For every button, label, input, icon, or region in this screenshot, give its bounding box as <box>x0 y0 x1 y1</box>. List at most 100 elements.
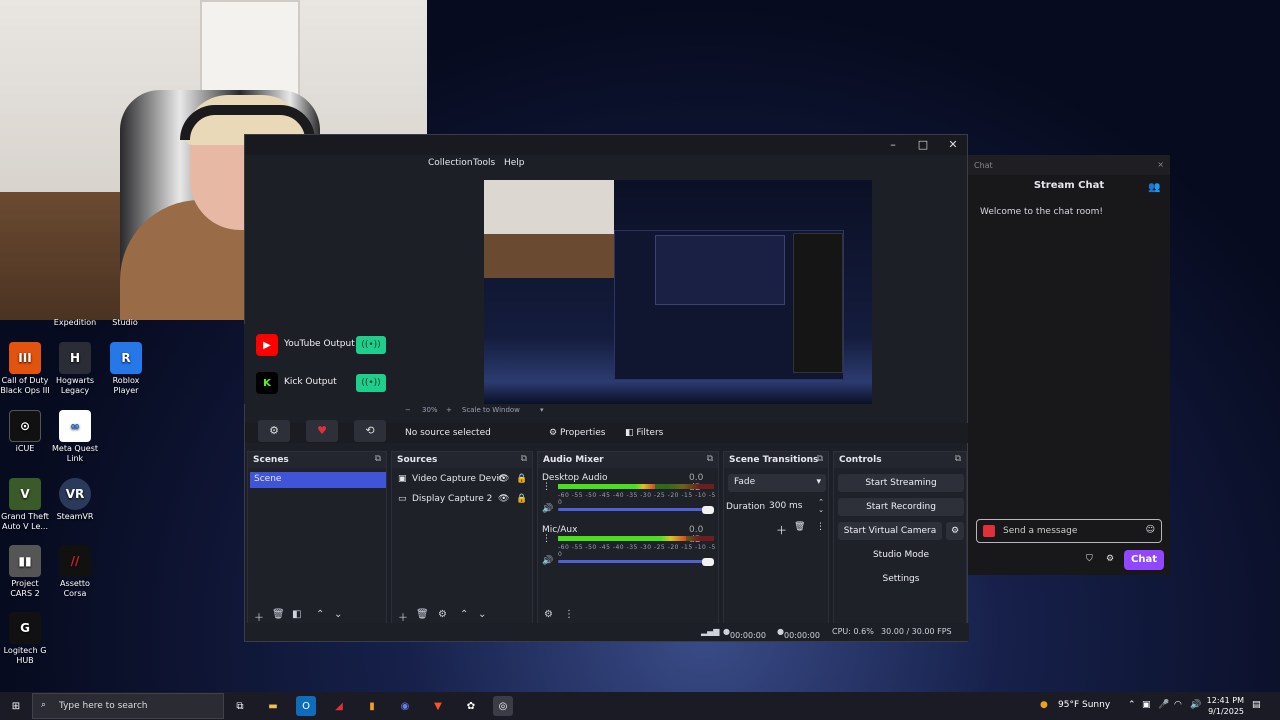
discord-icon[interactable]: ◉ <box>395 696 415 716</box>
task-view-icon[interactable]: ⧉ <box>230 696 250 716</box>
chatgpt-icon[interactable]: ✿ <box>461 696 481 716</box>
desktop-icon-expedition[interactable]: Expedition <box>50 318 100 328</box>
shield-icon[interactable]: ⛉ <box>1086 554 1093 564</box>
source-item[interactable]: ▣ Video Capture Devic 👁 🔒 <box>398 474 532 488</box>
desktop-audio-speaker-icon[interactable]: 🔊 <box>542 504 553 514</box>
add-transition-icon[interactable]: ＋ <box>776 522 787 538</box>
clock[interactable]: 12:41 PM 9/1/2025 <box>1204 695 1244 717</box>
source-up-icon[interactable]: ⌃ <box>460 609 468 620</box>
notifications-icon[interactable]: ▤ <box>1252 700 1261 710</box>
source-properties-icon[interactable]: ⚙ <box>438 609 447 620</box>
scene-filter-icon[interactable]: ◧ <box>292 609 301 620</box>
desktop-icon-cod-bo3[interactable]: III Call of Duty Black Ops III <box>0 342 50 396</box>
menu-tools[interactable]: Tools <box>473 158 495 168</box>
transition-menu-icon[interactable]: ⋮ <box>816 522 825 532</box>
mic-aux-volume-knob[interactable] <box>702 558 714 566</box>
lock-icon[interactable]: 🔒 <box>516 474 527 484</box>
desktop-audio-menu-icon[interactable]: ⋮ <box>542 482 551 492</box>
kick-output-toggle[interactable]: ((•)) <box>356 374 386 392</box>
obs-taskbar-icon[interactable]: ◎ <box>493 696 513 716</box>
desktop-icon-logitech-ghub[interactable]: G Logitech G HUB <box>0 612 50 666</box>
wifi-icon[interactable]: ◠ <box>1174 700 1182 710</box>
source-down-icon[interactable]: ⌄ <box>478 609 486 620</box>
start-virtual-camera-button[interactable]: Start Virtual Camera <box>838 522 942 540</box>
desktop-audio-volume-slider[interactable] <box>558 508 710 511</box>
add-scene-icon[interactable]: ＋ <box>254 609 264 624</box>
studio-mode-button[interactable]: Studio Mode <box>838 546 964 564</box>
visibility-eye-icon[interactable]: 👁 <box>498 494 509 504</box>
dock-options-icon[interactable]: ⧉ <box>707 454 713 464</box>
desktop-icon-meta-quest[interactable]: ∞ Meta Quest Link <box>50 410 100 464</box>
desktop-icon-icue[interactable]: ⊙ iCUE <box>0 410 50 454</box>
audio-menu-icon[interactable]: ⋮ <box>564 609 574 620</box>
filters-button[interactable]: ◧ Filters <box>625 428 663 438</box>
chat-send-button[interactable]: Chat <box>1124 550 1164 570</box>
start-streaming-button[interactable]: Start Streaming <box>838 474 964 492</box>
remove-scene-icon[interactable]: 🗑 <box>272 609 285 620</box>
desktop-icon-assetto-corsa[interactable]: // Assetto Corsa <box>50 545 100 599</box>
gear-icon[interactable]: ⚙ <box>1106 554 1114 564</box>
dock-options-icon[interactable]: ⧉ <box>521 454 527 464</box>
menu-help[interactable]: Help <box>504 158 525 168</box>
close-icon[interactable]: × <box>1157 160 1164 169</box>
chat-input[interactable]: Send a message ☺ <box>976 519 1162 543</box>
preview-canvas[interactable] <box>484 180 872 404</box>
mic-icon[interactable]: 🎤 <box>1158 700 1169 710</box>
advanced-audio-icon[interactable]: ⚙ <box>544 609 553 620</box>
start-recording-button[interactable]: Start Recording <box>838 498 964 516</box>
lock-icon[interactable]: 🔒 <box>516 494 527 504</box>
weather-text[interactable]: 95°F Sunny <box>1058 700 1110 710</box>
close-button[interactable]: ✕ <box>943 137 963 153</box>
desktop-icon-roblox[interactable]: R Roblox Player <box>101 342 151 396</box>
transition-select[interactable]: Fade ▾ <box>728 474 826 492</box>
refresh-icon[interactable]: ⟲ <box>354 420 386 442</box>
menu-scene-collection[interactable]: Collection <box>428 158 473 168</box>
remove-source-icon[interactable]: 🗑 <box>416 609 429 620</box>
desktop-icon-steamvr[interactable]: VR SteamVR <box>50 478 100 522</box>
user-list-icon[interactable]: 👥 <box>1148 182 1160 193</box>
add-source-icon[interactable]: ＋ <box>398 609 408 624</box>
desktop-icon-gta5[interactable]: V Grand Theft Auto V Le... <box>0 478 50 532</box>
desktop-icon-studio[interactable]: Studio <box>100 318 150 328</box>
youtube-output-toggle[interactable]: ((•)) <box>356 336 386 354</box>
dock-options-icon[interactable]: ⧉ <box>817 454 823 464</box>
duration-input[interactable]: 300 ms ⌃ ⌄ <box>766 498 826 516</box>
file-explorer-icon[interactable]: ▬ <box>263 696 283 716</box>
windows-start-icon[interactable]: ⊞ <box>6 696 26 716</box>
source-item[interactable]: ▭ Display Capture 2 👁 🔒 <box>398 494 532 508</box>
scale-to-window[interactable]: Scale to Window <box>462 406 520 414</box>
zoom-in-icon[interactable]: + <box>446 406 452 414</box>
virtual-camera-settings-icon[interactable]: ⚙ <box>946 522 964 540</box>
gear-icon[interactable]: ⚙ <box>258 420 290 442</box>
mic-aux-volume-slider[interactable] <box>558 560 710 563</box>
scene-down-icon[interactable]: ⌄ <box>334 609 342 620</box>
zoom-dropdown-icon[interactable]: ▾ <box>540 406 544 414</box>
stepper-icon[interactable]: ⌃ ⌄ <box>818 498 824 514</box>
scene-up-icon[interactable]: ⌃ <box>316 609 324 620</box>
app-icon-orange[interactable]: ▮ <box>362 696 382 716</box>
mic-aux-menu-icon[interactable]: ⋮ <box>542 534 551 544</box>
desktop-icon-project-cars[interactable]: ▮▮ Project CARS 2 <box>0 545 50 599</box>
remove-transition-icon[interactable]: 🗑 <box>794 522 805 532</box>
scene-item-selected[interactable]: Scene <box>250 472 386 488</box>
heart-icon[interactable]: ♥ <box>306 420 338 442</box>
properties-button[interactable]: ⚙ Properties <box>549 428 605 438</box>
zoom-out-icon[interactable]: − <box>405 406 411 414</box>
visibility-eye-icon[interactable]: 👁 <box>498 474 509 484</box>
outlook-icon[interactable]: O <box>296 696 316 716</box>
show-hidden-icons[interactable]: ⌃ <box>1128 700 1136 710</box>
emote-icon[interactable]: ☺ <box>1146 525 1155 535</box>
network-icon[interactable]: ▣ <box>1142 700 1151 710</box>
mic-aux-speaker-icon[interactable]: 🔊 <box>542 556 553 566</box>
taskbar-search[interactable]: ⌕ Type here to search <box>32 693 224 719</box>
brave-icon[interactable]: ▼ <box>428 696 448 716</box>
dock-options-icon[interactable]: ⧉ <box>955 454 961 464</box>
desktop-audio-volume-knob[interactable] <box>702 506 714 514</box>
minimize-button[interactable]: – <box>883 137 903 153</box>
app-icon-red[interactable]: ◢ <box>329 696 349 716</box>
volume-icon[interactable]: 🔊 <box>1190 700 1201 710</box>
dock-options-icon[interactable]: ⧉ <box>375 454 381 464</box>
desktop-icon-hogwarts[interactable]: H Hogwarts Legacy <box>50 342 100 396</box>
settings-button[interactable]: Settings <box>838 570 964 588</box>
maximize-button[interactable]: □ <box>913 137 933 153</box>
